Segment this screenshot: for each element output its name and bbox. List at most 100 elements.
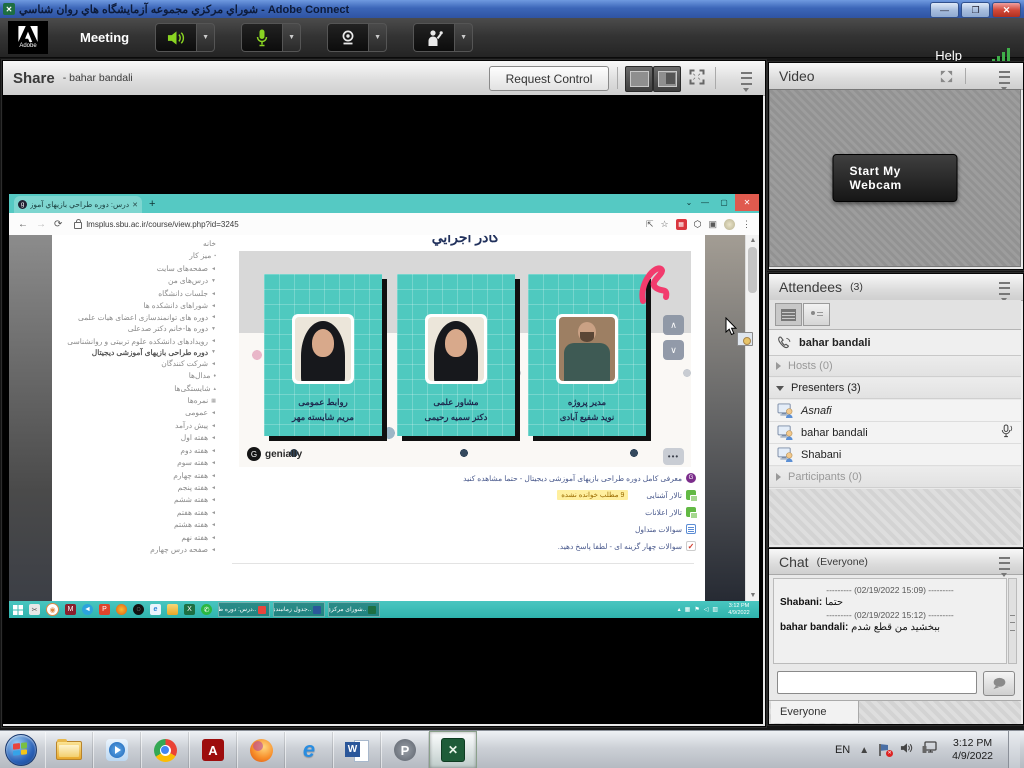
meeting-menu[interactable]: Meeting <box>80 30 129 45</box>
shared-snipping-icon[interactable]: ✂ <box>29 604 40 615</box>
sidebar-item[interactable]: ▪میز کار <box>52 250 226 262</box>
shared-folder-icon[interactable] <box>167 604 178 615</box>
chat-scrollbar[interactable] <box>1008 578 1017 664</box>
extension-icon[interactable]: ▦ <box>676 219 687 230</box>
sidebar-item[interactable]: ◄پیش درآمد <box>52 420 226 432</box>
video-fullscreen-icon[interactable] <box>939 69 954 87</box>
card-view-button[interactable] <box>803 303 830 326</box>
new-tab-button[interactable]: + <box>149 198 155 210</box>
browser-maximize[interactable]: ▢ <box>716 194 732 211</box>
video-pod-menu-icon[interactable] <box>999 71 1015 81</box>
sidebar-item[interactable]: ◄هفته دوم <box>52 445 226 457</box>
browser-menu-icon[interactable]: ⋮ <box>742 219 751 230</box>
activity-link[interactable]: تالار اعلانات <box>226 507 696 517</box>
start-webcam-button[interactable]: Start My Webcam <box>833 154 958 202</box>
sidebar-item[interactable]: ◄هفته نهم <box>52 532 226 544</box>
mic-button[interactable] <box>241 23 282 52</box>
sidebar-item[interactable]: ◄صفحه‌های سایت <box>52 263 226 275</box>
action-center-icon[interactable]: ✕ <box>878 744 891 756</box>
slide-up-button[interactable]: ∧ <box>663 315 684 335</box>
shared-telegram-icon[interactable]: ◄ <box>82 604 93 615</box>
browser-chevron-icon[interactable]: ⌄ <box>681 194 697 211</box>
sidebar-item[interactable]: ◄هفته اول <box>52 432 226 444</box>
shared-taskbar-window[interactable]: ..شورای مرکزی <box>328 602 380 617</box>
presenters-group-row[interactable]: Presenters (3) <box>769 378 1021 399</box>
sidebar-item[interactable]: ◄هفته هفتم <box>52 507 226 519</box>
language-indicator[interactable]: EN <box>835 744 850 756</box>
shared-app-icon-2[interactable]: M <box>65 604 76 615</box>
show-desktop-button[interactable] <box>1008 731 1020 768</box>
sidebar-item[interactable]: ◄جلسات دانشگاه <box>52 288 226 300</box>
profile-avatar[interactable] <box>724 219 735 230</box>
attendee-row[interactable]: bahar bandali <box>769 422 1021 444</box>
shared-ie-icon[interactable]: e <box>150 604 161 615</box>
shared-taskbar-window[interactable]: ..درس: دوره طرا <box>218 602 270 617</box>
tray-expand-icon[interactable]: ▲ <box>859 745 869 756</box>
taskbar-firefox[interactable] <box>237 732 285 768</box>
shared-app-icon-3[interactable]: P <box>99 604 110 615</box>
shared-app-icon-1[interactable]: ◉ <box>46 603 59 616</box>
sidebar-item[interactable]: ◄هفته پنجم <box>52 482 226 494</box>
genially-more-button[interactable]: ••• <box>663 448 684 465</box>
list-view-button[interactable] <box>775 303 802 326</box>
chat-send-button[interactable] <box>983 671 1015 696</box>
status-dropdown[interactable]: ▼ <box>454 23 473 52</box>
url-text[interactable]: lmsplus.sbu.ac.ir/course/view.php?id=324… <box>86 220 238 229</box>
chat-pod-menu-icon[interactable] <box>999 557 1015 567</box>
raise-hand-button[interactable] <box>413 23 454 52</box>
sidebar-item[interactable]: ▼دوره طراحی بازیهای آموزشی دیجیتال <box>52 347 226 358</box>
attendee-row[interactable]: Asnafi <box>769 400 1021 422</box>
activity-link[interactable]: ✓سوالات چهار گزینه ای - لطفا پاسخ دهید. <box>226 541 696 551</box>
speaker-dropdown[interactable]: ▼ <box>196 23 215 52</box>
sidebar-item[interactable]: ▼دوره ها-خانم دکتر صدعلی <box>52 323 226 335</box>
sidebar-item[interactable]: ◄شوراهای دانشکده ها <box>52 300 226 312</box>
reading-list-icon[interactable]: ▣ <box>708 219 717 230</box>
browser-close[interactable]: ✕ <box>735 194 759 211</box>
sidebar-item[interactable]: ◄عمومی <box>52 407 226 419</box>
share-page-icon[interactable]: ⇱ <box>646 219 654 230</box>
sidebar-item[interactable]: ◄شرکت کنندگان <box>52 358 226 370</box>
activity-link[interactable]: سوالات متداول <box>226 524 696 534</box>
extensions-puzzle-icon[interactable]: ⬡ <box>694 219 702 230</box>
taskbar-explorer[interactable] <box>45 732 93 768</box>
taskbar-psiphon[interactable]: P <box>381 732 429 768</box>
taskbar-chrome[interactable] <box>141 732 189 768</box>
browser-scrollbar[interactable]: ▲ ▼ <box>745 235 759 601</box>
chat-input[interactable] <box>777 671 977 694</box>
webcam-button[interactable] <box>327 23 368 52</box>
volume-icon[interactable] <box>900 741 913 759</box>
everyone-tab[interactable]: Everyone <box>771 701 859 723</box>
fullscreen-icon[interactable] <box>689 69 705 88</box>
sidebar-item[interactable]: ◄هفته ششم <box>52 494 226 506</box>
sidebar-item[interactable]: ◄صفحه درس چهارم <box>52 544 226 556</box>
browser-minimize[interactable]: — <box>697 194 713 211</box>
request-control-button[interactable]: Request Control <box>489 66 609 91</box>
shared-start-icon[interactable] <box>12 604 23 615</box>
help-menu[interactable]: Help <box>935 48 962 63</box>
attendees-pod-menu-icon[interactable] <box>999 282 1015 292</box>
sidebar-item[interactable]: ◄هفته چهارم <box>52 470 226 482</box>
close-button[interactable]: ✕ <box>992 2 1021 18</box>
sidebar-item[interactable]: ◄هفته هشتم <box>52 519 226 531</box>
hosts-group-row[interactable]: Hosts (0) <box>769 356 1021 377</box>
sidebar-item[interactable]: ♦مدال‌ها <box>52 370 226 382</box>
taskbar-acrobat[interactable]: A <box>189 732 237 768</box>
layout-toggle-presenter[interactable] <box>625 66 653 92</box>
sidebar-item[interactable]: ◄هفته سوم <box>52 457 226 469</box>
speaker-button[interactable] <box>155 23 196 52</box>
webcam-dropdown[interactable]: ▼ <box>368 23 387 52</box>
shared-whatsapp-icon[interactable]: ✆ <box>201 604 212 615</box>
taskbar-connect-app[interactable]: ✕ <box>429 731 477 768</box>
start-button[interactable] <box>5 734 37 766</box>
shared-excel-icon[interactable]: X <box>184 604 195 615</box>
sidebar-item[interactable]: ▴شایستگی‌ها <box>52 383 226 395</box>
genially-logo[interactable]: G genially <box>247 447 302 461</box>
shared-obs-icon[interactable]: ◌ <box>133 604 144 615</box>
activity-link[interactable]: Gمعرفی کامل دوره طراحی بازیهای آموزشی دی… <box>226 473 696 483</box>
browser-tab[interactable]: g درس: دوره طراحي بازيهاي آموزشي ✕ <box>14 196 142 213</box>
sidebar-item[interactable]: ▼درس‌های من <box>52 275 226 287</box>
back-icon[interactable]: ← <box>18 219 28 230</box>
tab-close-icon[interactable]: ✕ <box>132 201 138 209</box>
shared-taskbar-window[interactable]: ..جدول زمانبندی <box>273 602 325 617</box>
restore-button[interactable]: ❐ <box>961 2 990 18</box>
